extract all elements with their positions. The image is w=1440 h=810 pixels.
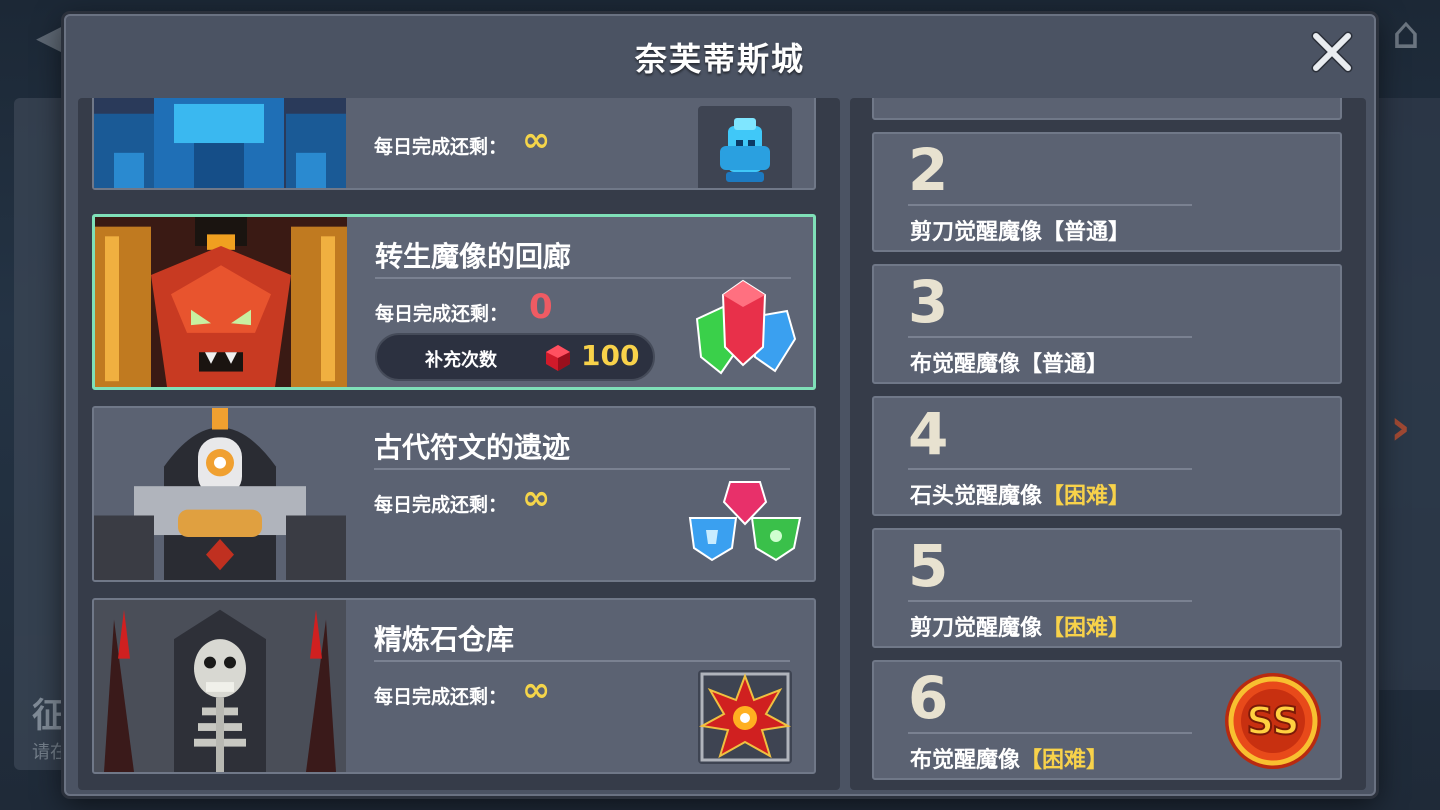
- stage-card[interactable]: [872, 98, 1342, 120]
- reward-icon: [686, 478, 804, 568]
- home-icon: ⌂: [1392, 8, 1420, 59]
- stage-card[interactable]: 6 布觉醒魔像【困难】 SS: [872, 660, 1342, 780]
- background-left-card: 征 请在: [14, 98, 68, 770]
- stage-card[interactable]: 5 剪刀觉醒魔像【困难】: [872, 528, 1342, 648]
- daily-remaining-value: ∞: [522, 120, 551, 160]
- ss-badge-text: SS: [1246, 699, 1299, 743]
- reward-icon: [687, 277, 803, 385]
- stage-card[interactable]: 4 石头觉醒魔像【困难】: [872, 396, 1342, 516]
- daily-remaining-value: ∞: [522, 478, 551, 518]
- stage-number: 4: [908, 400, 949, 468]
- daily-remaining-label: 每日完成还剩：: [375, 303, 509, 325]
- dungeon-card[interactable]: 每日完成还剩： ∞: [92, 98, 816, 190]
- stage-title: 剪刀觉醒魔像: [910, 220, 1043, 245]
- rune-golem-portrait: [94, 408, 346, 580]
- daily-remaining-value: 0: [529, 287, 553, 327]
- daily-remaining-label: 每日完成还剩：: [374, 494, 508, 516]
- background-left-card-subtitle: 请在: [32, 742, 68, 763]
- reward-icon-frame: [698, 670, 792, 764]
- dungeon-name: 精炼石仓库: [374, 623, 515, 656]
- stage-list[interactable]: 2 剪刀觉醒魔像【普通】 3 布觉醒魔像【普通】 4 石头觉醒魔像【困难】 5 …: [850, 98, 1366, 790]
- stage-difficulty: 【困难】: [1042, 616, 1131, 641]
- divider: [908, 732, 1192, 734]
- dungeon-list[interactable]: 每日完成还剩： ∞ 转生魔像的回廊 每日完成还剩： 0 补充次数 100 古代符…: [78, 98, 840, 790]
- stage-name: 剪刀觉醒魔像【困难】: [910, 610, 1130, 642]
- blue-golem-portrait: [94, 98, 346, 188]
- stage-difficulty: 【普通】: [1042, 220, 1131, 245]
- dungeon-card[interactable]: 古代符文的遗迹 每日完成还剩： ∞: [92, 406, 816, 582]
- background-right-card: ›: [1378, 98, 1440, 690]
- stage-number: 6: [908, 664, 949, 732]
- stage-name: 剪刀觉醒魔像【普通】: [910, 214, 1130, 246]
- skeleton-golem-portrait: [94, 600, 346, 772]
- stage-difficulty: 【困难】: [1020, 748, 1109, 773]
- close-icon: [1311, 31, 1353, 73]
- stage-card[interactable]: 3 布觉醒魔像【普通】: [872, 264, 1342, 384]
- refill-button[interactable]: 补充次数 100: [375, 333, 655, 381]
- daily-remaining-label: 每日完成还剩：: [374, 686, 508, 708]
- dungeon-card-selected[interactable]: 转生魔像的回廊 每日完成还剩： 0 补充次数 100: [92, 214, 816, 390]
- stage-name: 布觉醒魔像【普通】: [910, 346, 1108, 378]
- refining-stone-icon: [698, 672, 792, 762]
- stage-name: 石头觉醒魔像【困难】: [910, 478, 1130, 510]
- reward-icon-frame: [698, 106, 792, 188]
- red-golem-portrait: [95, 217, 347, 387]
- stage-number: 3: [908, 268, 949, 336]
- refill-label: 补充次数: [425, 350, 497, 371]
- daily-remaining-value: ∞: [522, 670, 551, 710]
- divider: [374, 660, 790, 662]
- divider: [908, 600, 1192, 602]
- background-left-card-title: 征: [32, 696, 66, 736]
- dungeon-name: 古代符文的遗迹: [374, 431, 571, 464]
- crystal-cluster-icon: [695, 279, 797, 375]
- divider: [374, 468, 790, 470]
- stage-number: 2: [908, 136, 949, 204]
- stage-card[interactable]: 2 剪刀觉醒魔像【普通】: [872, 132, 1342, 252]
- city-dialog: 奈芙蒂斯城 每日完成还剩： ∞ 转生魔像的回廊 每日完成还剩： 0 补充次数 1…: [64, 14, 1376, 796]
- stage-name: 布觉醒魔像【困难】: [910, 742, 1108, 774]
- next-arrow-icon: ›: [1390, 398, 1411, 456]
- ruby-icon: [546, 345, 570, 371]
- dialog-title: 奈芙蒂斯城: [634, 40, 805, 78]
- divider: [908, 336, 1192, 338]
- stage-title: 布觉醒魔像: [910, 352, 1021, 377]
- rune-stones-icon: [688, 481, 802, 562]
- stage-title: 布觉醒魔像: [910, 748, 1021, 773]
- back-arrow-icon: ◀: [36, 14, 67, 60]
- dungeon-name: 转生魔像的回廊: [375, 240, 572, 273]
- divider: [908, 204, 1192, 206]
- refill-cost: 100: [581, 339, 640, 372]
- stage-difficulty: 【普通】: [1020, 352, 1109, 377]
- stage-difficulty: 【困难】: [1042, 484, 1131, 509]
- divider: [908, 468, 1192, 470]
- stage-number: 5: [908, 532, 949, 600]
- daily-remaining-label: 每日完成还剩：: [374, 136, 508, 158]
- stage-title: 石头觉醒魔像: [910, 484, 1043, 509]
- stage-title: 剪刀觉醒魔像: [910, 616, 1043, 641]
- ss-rank-badge-icon: SS: [1225, 673, 1321, 769]
- close-button[interactable]: [1308, 28, 1356, 76]
- blue-golem-statue-icon: [720, 118, 770, 182]
- dungeon-card[interactable]: 精炼石仓库 每日完成还剩： ∞: [92, 598, 816, 774]
